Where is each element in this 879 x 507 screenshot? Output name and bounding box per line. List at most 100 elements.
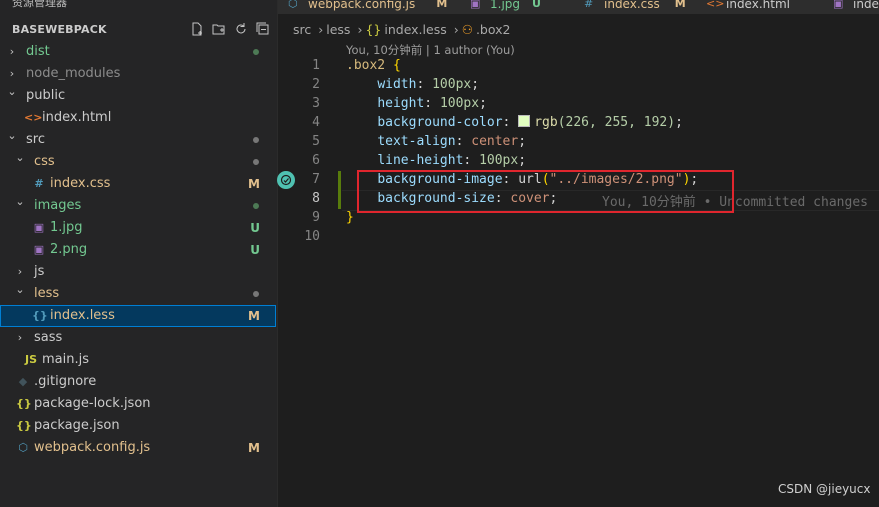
tree-item-label: index.less xyxy=(50,308,115,323)
live-share-icon[interactable] xyxy=(277,171,295,189)
breadcrumb-src[interactable]: src xyxy=(293,22,311,37)
highlight-annotation-box xyxy=(357,170,734,213)
tree-item-label: css xyxy=(34,154,55,169)
chevron-down-icon[interactable]: ⌄ xyxy=(6,81,18,103)
symbol-class-icon: ⚇ xyxy=(461,22,473,37)
file-type-icon: ◆ xyxy=(18,375,28,388)
line-number: 2 xyxy=(312,77,320,92)
new-file-icon[interactable] xyxy=(189,21,205,37)
tree-item[interactable]: ▣ 2.png U xyxy=(0,239,276,261)
refresh-icon[interactable] xyxy=(233,21,249,37)
tree-item-label: 2.png xyxy=(50,242,88,257)
collapse-all-icon[interactable] xyxy=(255,21,271,37)
chevron-right-icon[interactable]: › xyxy=(14,327,26,349)
tree-item[interactable]: ⌄ public xyxy=(0,85,276,107)
editor-tab[interactable]: <> index.html xyxy=(696,0,824,14)
chevron-right-icon: › xyxy=(453,22,459,37)
tree-item-label: src xyxy=(26,132,45,147)
chevron-right-icon[interactable]: › xyxy=(6,41,18,63)
code-line-1: .box2 { xyxy=(346,58,401,73)
line-number: 6 xyxy=(312,153,320,168)
tree-item-label: sass xyxy=(34,330,63,345)
breadcrumb-symbol[interactable]: .box2 xyxy=(476,22,511,37)
tab-label: index.css xyxy=(604,0,660,11)
tree-item-label: public xyxy=(26,88,66,103)
git-status-dot xyxy=(253,159,259,165)
chevron-down-icon[interactable]: ⌄ xyxy=(6,125,18,147)
file-type-icon: ▣ xyxy=(833,0,844,10)
git-status-dot xyxy=(253,137,259,143)
tree-item-label: less xyxy=(34,286,60,301)
explorer-sidebar: 资源管理器 ··· BASEWEBPACK › dist › node_modules… xyxy=(0,0,278,507)
chevron-down-icon[interactable]: ⌄ xyxy=(14,191,26,213)
line-number: 8 xyxy=(312,191,320,206)
tree-item[interactable]: <> index.html xyxy=(0,107,276,129)
tree-item[interactable]: ⌄ less xyxy=(0,283,276,305)
git-status-dot xyxy=(253,203,259,209)
tree-item-label: .gitignore xyxy=(34,374,97,389)
tree-item[interactable]: {} package-lock.json xyxy=(0,393,276,415)
editor-tab[interactable]: # index.css M xyxy=(574,0,697,14)
tree-item[interactable]: JS main.js xyxy=(0,349,276,371)
color-swatch[interactable] xyxy=(518,115,531,127)
git-status-badge: U xyxy=(250,221,260,235)
line-number: 1 xyxy=(312,58,320,73)
chevron-down-icon[interactable]: ⌄ xyxy=(14,279,26,301)
tree-item[interactable]: ⌄ src xyxy=(0,129,276,151)
git-status-badge: M xyxy=(248,177,260,191)
code-line-2: width: 100px; xyxy=(377,77,480,92)
tree-item[interactable]: ⬡ webpack.config.js M xyxy=(0,437,276,459)
code-line-4: background-color: rgb(226, 255, 192); xyxy=(377,115,683,130)
tab-label: webpack.config.js xyxy=(308,0,416,11)
code-line-9: } xyxy=(346,210,354,225)
tree-item-label: index.html xyxy=(42,110,112,125)
chevron-down-icon[interactable]: ⌄ xyxy=(14,147,26,169)
tree-item-label: package-lock.json xyxy=(34,396,151,411)
editor-tab[interactable]: ⬡ webpack.config.js M xyxy=(278,0,461,14)
less-file-icon: {} xyxy=(365,22,382,37)
breadcrumb-less[interactable]: less xyxy=(326,22,350,37)
line-number: 3 xyxy=(312,96,320,111)
tree-item[interactable]: ⌄ css xyxy=(0,151,276,173)
tab-git-status: M xyxy=(674,0,686,10)
editor-tab[interactable]: ▣ 1.jpg U xyxy=(460,0,575,14)
git-modified-indicator[interactable] xyxy=(338,171,341,209)
line-number: 10 xyxy=(304,229,320,244)
file-type-icon: {} xyxy=(16,397,32,410)
tree-item-label: webpack.config.js xyxy=(34,440,151,455)
file-type-icon: ⬡ xyxy=(18,441,28,454)
tree-item[interactable]: {} package.json xyxy=(0,415,276,437)
codelens-author[interactable]: You, 10分钟前 | 1 author (You) xyxy=(346,42,515,58)
file-type-icon: <> xyxy=(24,111,43,124)
tree-item[interactable]: › sass xyxy=(0,327,276,349)
tree-item[interactable]: ⌄ images xyxy=(0,195,276,217)
tree-item-label: node_modules xyxy=(26,66,121,81)
editor-tab-bar: ⬡ webpack.config.js M ▣ 1.jpg U # index.css M <> i… xyxy=(278,0,879,14)
tree-item-label: js xyxy=(34,264,45,279)
git-status-badge: M xyxy=(248,309,260,323)
git-status-badge: M xyxy=(248,441,260,455)
file-type-icon: # xyxy=(34,177,44,190)
breadcrumb: src › less ›{} index.less › ⚇ .box2 xyxy=(293,22,513,37)
git-status-dot xyxy=(253,49,259,55)
project-header[interactable]: BASEWEBPACK xyxy=(0,18,277,40)
more-actions-button[interactable]: ··· xyxy=(247,0,263,8)
tab-label: index.html xyxy=(726,0,790,11)
file-type-icon: # xyxy=(584,0,594,10)
tree-item[interactable]: {} index.less M xyxy=(0,305,276,327)
tree-item[interactable]: › js xyxy=(0,261,276,283)
chevron-right-icon: › xyxy=(357,22,363,37)
file-type-icon: ▣ xyxy=(470,0,481,10)
tree-item[interactable]: › node_modules xyxy=(0,63,276,85)
tree-item[interactable]: › dist xyxy=(0,41,276,63)
tree-item[interactable]: ▣ 1.jpg U xyxy=(0,217,276,239)
tab-git-status: U xyxy=(532,0,541,10)
breadcrumb-file[interactable]: index.less xyxy=(384,22,446,37)
new-folder-icon[interactable] xyxy=(211,21,227,37)
tree-item[interactable]: # index.css M xyxy=(0,173,276,195)
tree-item-label: dist xyxy=(26,44,50,59)
line-number: 7 xyxy=(312,172,320,187)
editor-tab[interactable]: ▣ inde xyxy=(823,0,879,14)
explorer-title: 资源管理器 xyxy=(12,0,67,9)
tree-item[interactable]: ◆ .gitignore xyxy=(0,371,276,393)
